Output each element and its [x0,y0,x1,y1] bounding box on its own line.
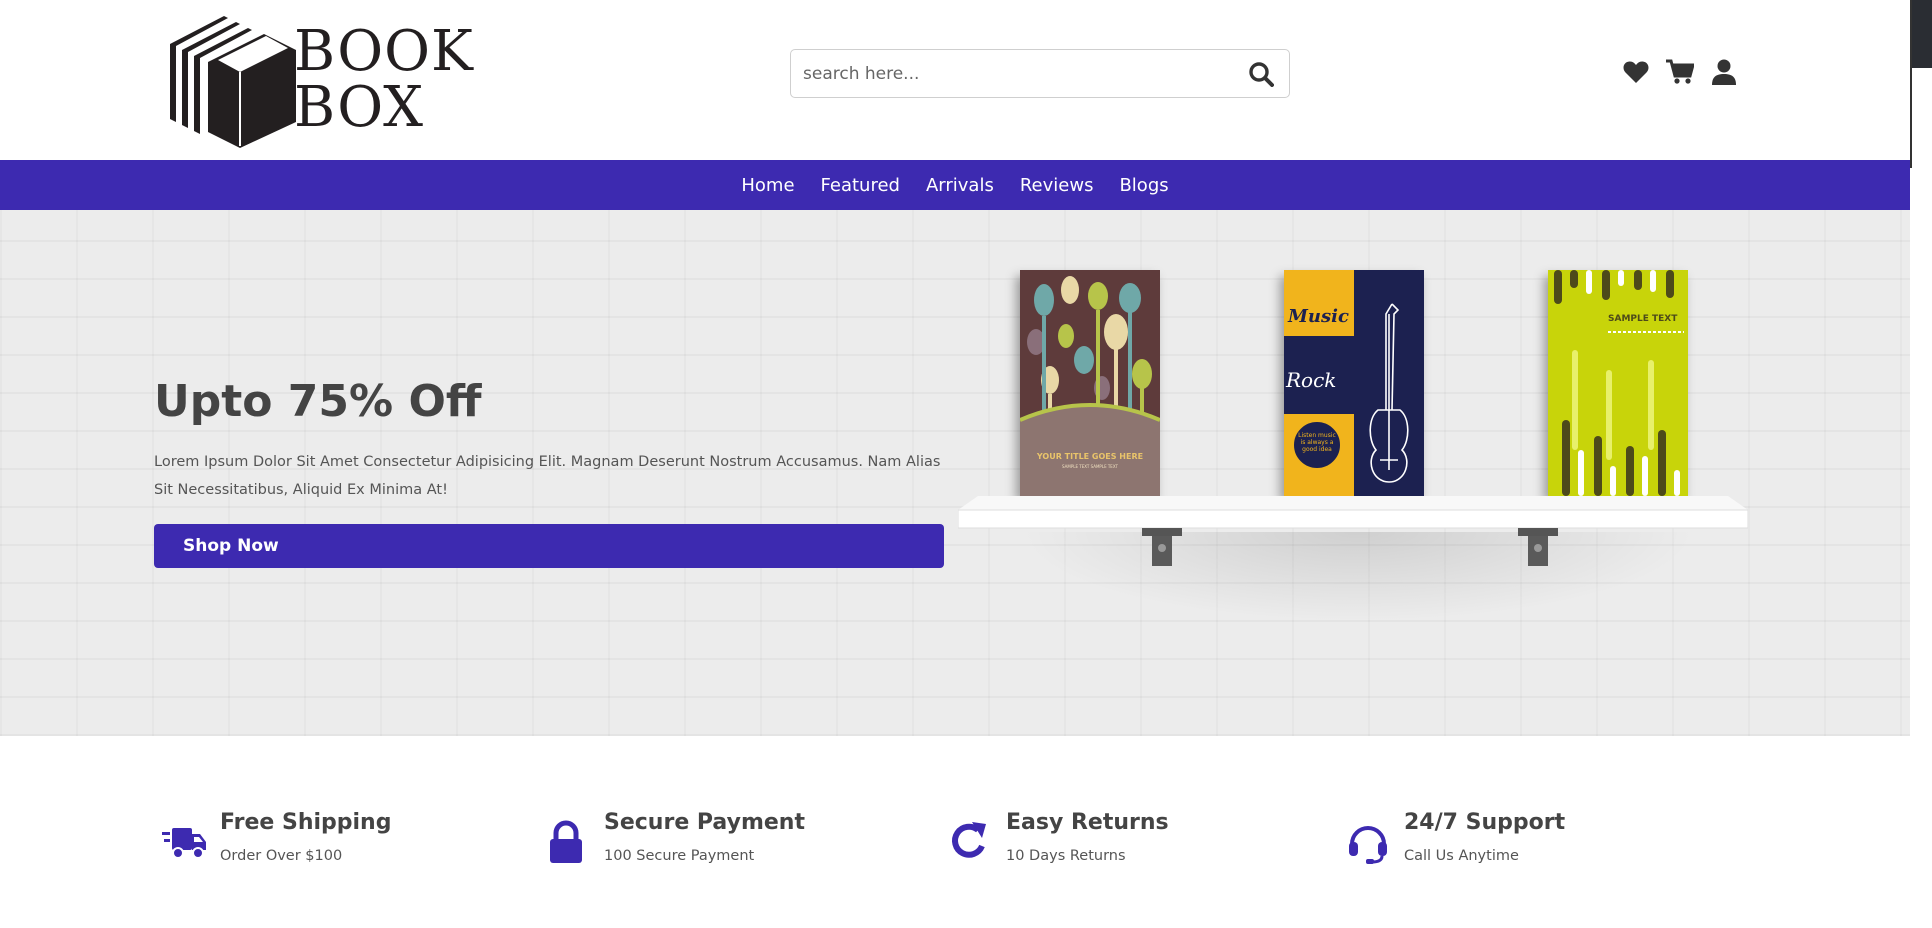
book-cover-hands[interactable]: YOUR TITLE GOES HERE SAMPLE TEXT SAMPLE … [1020,270,1160,496]
lock-icon [550,820,582,863]
wishlist-button[interactable] [1622,58,1650,86]
user-icon [1712,59,1736,85]
nav-reviews[interactable]: Reviews [1020,175,1094,196]
music-badge: Listen music is always a good idea [1292,420,1342,470]
site-header: BOOK BOX [0,0,1910,160]
feature-subtitle: Call Us Anytime [1404,848,1519,864]
feature-subtitle: Order Over $100 [220,848,343,864]
book2-word-music: Music [1288,306,1349,327]
search-input[interactable] [803,62,1223,86]
nav-home[interactable]: Home [741,175,794,196]
nav-blogs[interactable]: Blogs [1119,175,1168,196]
brand-name: BOOK BOX [294,24,474,136]
feature-title: Secure Payment [604,810,805,835]
feature-title: Free Shipping [220,810,392,835]
feature-title: 24/7 Support [1404,810,1566,835]
book-stack-logo-icon [170,16,296,148]
hero-title: Upto 75% Off [154,376,482,427]
nav-arrivals[interactable]: Arrivals [926,175,994,196]
brand-line-1: BOOK [294,19,474,84]
book2-badge-text: Listen music is always a good idea [1298,432,1336,453]
shelf-shadow [1018,532,1698,622]
book3-caption: SAMPLE TEXT [1608,314,1678,324]
shop-now-button[interactable]: Shop Now [154,524,944,568]
feature-title: Easy Returns [1006,810,1169,835]
book-cover-sample[interactable]: SAMPLE TEXT [1548,270,1688,496]
guitar-icon [1369,303,1409,483]
scrollbar[interactable] [1910,0,1932,168]
search-button[interactable] [1245,58,1277,90]
redo-icon [952,822,986,858]
book-cover-music[interactable]: Music Rock Listen music is always a good… [1284,270,1424,496]
shelf-bracket-left [1142,528,1182,566]
hero-description: Lorem Ipsum Dolor Sit Amet Consectetur A… [154,454,941,498]
nav-featured[interactable]: Featured [821,175,900,196]
shelf-board [958,496,1748,529]
features-strip: Free Shipping Order Over $100 Secure Pay… [0,736,1910,928]
search-icon [1249,62,1274,87]
book-shelf: YOUR TITLE GOES HERE SAMPLE TEXT SAMPLE … [958,270,1748,622]
drip-pattern [1548,270,1688,496]
feature-subtitle: 100 Secure Payment [604,848,755,864]
brand-line-2: BOX [294,75,424,140]
hero-banner: Upto 75% Off Lorem Ipsum Dolor Sit Amet … [0,210,1910,736]
cart-icon [1666,59,1694,84]
truck-icon [162,828,206,859]
book1-caption: YOUR TITLE GOES HERE [1036,452,1144,461]
scrollbar-thumb[interactable] [1912,0,1932,68]
account-button[interactable] [1710,58,1738,86]
shelf-bracket-right [1518,528,1558,566]
header-actions [1622,58,1738,86]
heart-icon [1623,61,1649,83]
main-nav: Home Featured Arrivals Reviews Blogs [0,160,1910,210]
cart-button[interactable] [1666,58,1694,86]
book1-subcaption: SAMPLE TEXT SAMPLE TEXT [1062,464,1118,469]
feature-subtitle: 10 Days Returns [1006,848,1126,864]
book2-word-rock: Rock [1286,368,1337,392]
search-box [790,49,1290,98]
headset-icon [1349,826,1387,864]
logo[interactable]: BOOK BOX [168,14,473,149]
hands-illustration [1020,270,1160,496]
